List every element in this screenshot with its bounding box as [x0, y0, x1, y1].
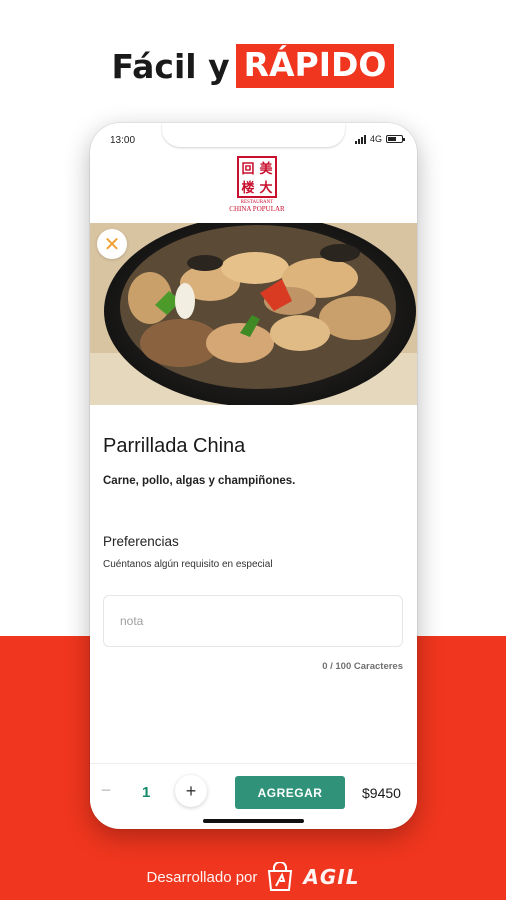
- status-time: 13:00: [110, 135, 136, 146]
- signal-icon: [354, 134, 366, 144]
- footer: Desarrollado por AGIL: [0, 862, 506, 892]
- logo-line2: CHINA POPULAR: [229, 205, 285, 213]
- agil-bag-icon: [268, 862, 293, 891]
- minus-icon[interactable]: −: [92, 776, 120, 804]
- footer-text: Desarrollado por: [146, 868, 258, 886]
- restaurant-logo: 回美楼大 RESTAURANT CHINA POPULAR: [217, 156, 297, 216]
- add-to-cart-button[interactable]: AGREGAR: [235, 776, 345, 809]
- battery-icon: [386, 135, 405, 143]
- phone-frame: 13:00 4G 回美楼大 RESTAURANT CHINA POPULAR ✕…: [90, 123, 417, 829]
- bottom-bar: − 1 + AGREGAR $9450: [90, 763, 417, 817]
- headline-highlight: RÁPIDO: [235, 44, 395, 88]
- preferences-subtitle: Cuéntanos algún requisito en especial: [103, 559, 273, 570]
- status-indicators: 4G: [354, 134, 405, 144]
- dish-description: Carne, pollo, algas y champiñones.: [103, 475, 296, 487]
- dish-photo: [90, 223, 417, 405]
- char-counter: 0 / 100 Caracteres: [322, 661, 403, 672]
- dish-name: Parrillada China: [103, 435, 246, 457]
- quantity-value: 1: [142, 784, 151, 801]
- network-type: 4G: [369, 134, 382, 144]
- phone-notch: [162, 123, 345, 147]
- price: $9450: [362, 785, 401, 801]
- headline-plain: Fácil y: [111, 46, 230, 86]
- close-icon[interactable]: ✕: [97, 229, 127, 259]
- headline: Fácil y RÁPIDO: [0, 44, 506, 88]
- logo-seal-icon: 回美楼大: [237, 156, 277, 198]
- note-input[interactable]: [103, 595, 403, 647]
- plus-icon[interactable]: +: [175, 775, 207, 807]
- footer-brand: AGIL: [303, 865, 360, 889]
- preferences-title: Preferencias: [103, 534, 179, 549]
- home-indicator: [203, 819, 304, 823]
